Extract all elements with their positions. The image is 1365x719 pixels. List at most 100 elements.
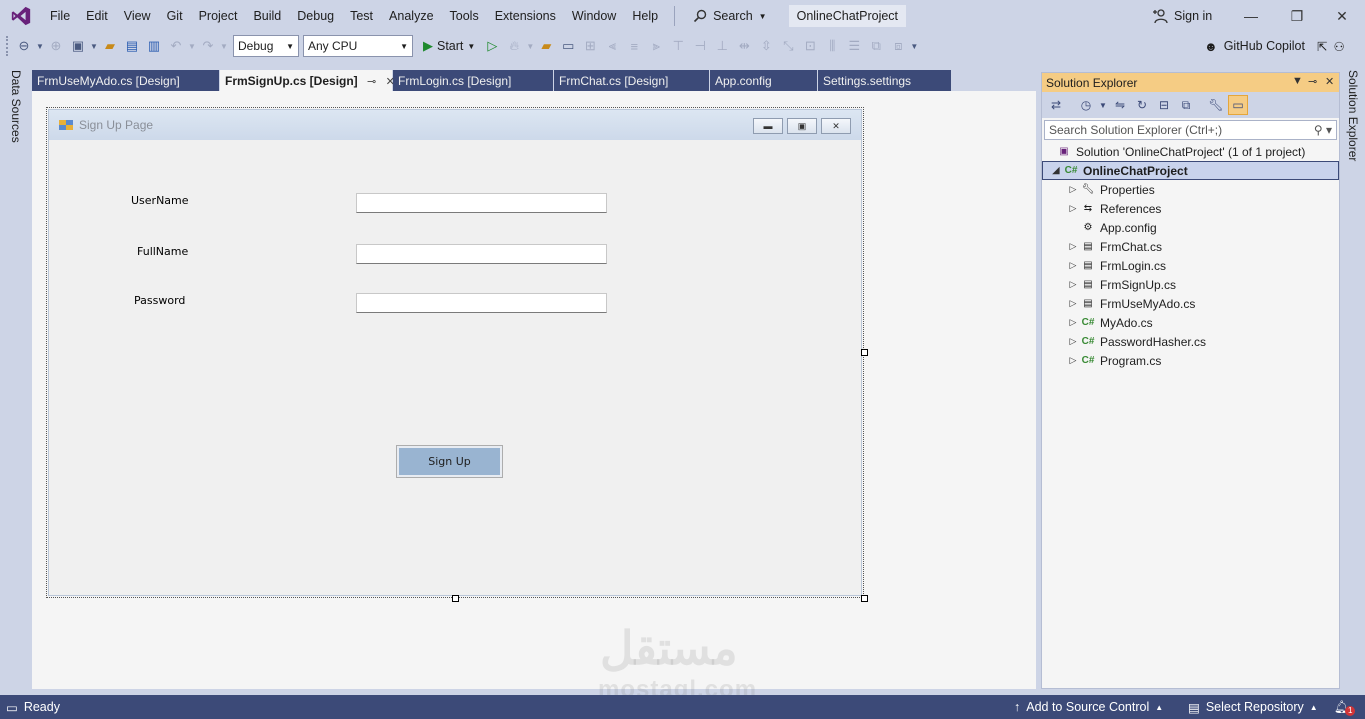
sync-with-document-icon[interactable]: ⇋: [1110, 95, 1130, 115]
data-sources-tab[interactable]: Data Sources: [9, 70, 23, 143]
solution-platform-select[interactable]: Any CPU ▼: [303, 35, 413, 57]
tab-frmlogin-design[interactable]: FrmLogin.cs [Design]: [393, 70, 554, 92]
notifications-button[interactable]: 🔔︎ 1: [1334, 695, 1356, 719]
redo-icon[interactable]: ↷: [197, 35, 219, 57]
username-field[interactable]: [356, 193, 607, 213]
tree-item-solution[interactable]: ▣ Solution 'OnlineChatProject' (1 of 1 p…: [1042, 142, 1339, 161]
pending-changes-filter-icon[interactable]: ◷: [1076, 95, 1096, 115]
navigate-forward-icon[interactable]: ⊕: [45, 35, 67, 57]
horizontal-spacing-icon[interactable]: ⫼: [821, 35, 843, 57]
tab-frmusemyado-design[interactable]: FrmUseMyAdo.cs [Design]: [32, 70, 220, 92]
minimize-window-button[interactable]: ―: [1228, 0, 1274, 32]
window-position-icon[interactable]: ▼: [1292, 75, 1303, 87]
feedback-icon[interactable]: ⚇: [1333, 39, 1344, 54]
chevron-down-icon[interactable]: ▼: [1098, 95, 1108, 115]
close-window-button[interactable]: ✕: [1319, 0, 1365, 32]
start-without-debugging-icon[interactable]: ▷: [481, 35, 503, 57]
menu-tools[interactable]: Tools: [442, 0, 487, 32]
resize-handle-bottom[interactable]: [452, 595, 459, 602]
tree-item-passwordhasher[interactable]: ▷ C# PasswordHasher.cs: [1042, 332, 1339, 351]
hot-reload-icon[interactable]: 🔥︎: [503, 35, 525, 57]
visual-studio-logo-icon[interactable]: [10, 5, 32, 27]
expand-arrow-icon[interactable]: ▷: [1066, 317, 1080, 328]
tree-item-myado[interactable]: ▷ C# MyAdo.cs: [1042, 313, 1339, 332]
align-centers-icon[interactable]: ≡: [623, 35, 645, 57]
share-icon[interactable]: ⇱: [1317, 39, 1327, 54]
solution-explorer-search-input[interactable]: Search Solution Explorer (Ctrl+;) ⚲ ▾: [1044, 120, 1337, 140]
form-minimize-button[interactable]: ▬: [753, 118, 783, 134]
switch-views-icon[interactable]: ⇄: [1046, 95, 1066, 115]
expand-arrow-icon[interactable]: ▷: [1066, 260, 1080, 271]
tree-item-program[interactable]: ▷ C# Program.cs: [1042, 351, 1339, 370]
menu-help[interactable]: Help: [624, 0, 666, 32]
navigate-back-icon[interactable]: ⊖: [13, 35, 35, 57]
collapse-arrow-icon[interactable]: ◢: [1049, 165, 1063, 176]
sign-up-button[interactable]: Sign Up: [396, 445, 503, 478]
undo-icon[interactable]: ↶: [165, 35, 187, 57]
expand-arrow-icon[interactable]: ▷: [1066, 203, 1080, 214]
make-same-size-icon[interactable]: ⤡: [777, 35, 799, 57]
output-window-icon[interactable]: ▭: [6, 700, 18, 715]
auto-hide-pin-icon[interactable]: ⊸: [1308, 75, 1317, 88]
search-button[interactable]: Search ▼: [683, 9, 777, 23]
close-icon[interactable]: ✕: [1325, 75, 1334, 88]
form-designer-surface[interactable]: Sign Up Page ▬ ▣ ✕ UserName FullName Pas…: [32, 93, 1036, 703]
expand-arrow-icon[interactable]: ▷: [1066, 241, 1080, 252]
menu-file[interactable]: File: [42, 0, 78, 32]
layout-toolbar-icon[interactable]: ▭: [557, 35, 579, 57]
chevron-down-icon[interactable]: ▼: [35, 35, 45, 57]
tree-item-references[interactable]: ▷ ⇆ References: [1042, 199, 1339, 218]
properties-wrench-icon[interactable]: 🔧︎: [1206, 95, 1226, 115]
expand-arrow-icon[interactable]: ▷: [1066, 184, 1080, 195]
resize-handle-bottom-right[interactable]: [861, 595, 868, 602]
tree-item-project[interactable]: ◢ C# OnlineChatProject: [1042, 161, 1339, 180]
send-to-back-icon[interactable]: ⧈: [887, 35, 909, 57]
menu-analyze[interactable]: Analyze: [381, 0, 441, 32]
sign-in-button[interactable]: Sign in: [1152, 0, 1212, 32]
password-field[interactable]: [356, 293, 607, 313]
tree-item-frmchat[interactable]: ▷ ▤ FrmChat.cs: [1042, 237, 1339, 256]
preview-selected-items-icon[interactable]: ▭: [1228, 95, 1248, 115]
tree-item-properties[interactable]: ▷ 🔧︎ Properties: [1042, 180, 1339, 199]
collapse-all-icon[interactable]: ⊟: [1154, 95, 1174, 115]
tab-app-config[interactable]: App.config: [710, 70, 818, 92]
menu-project[interactable]: Project: [191, 0, 246, 32]
make-same-height-icon[interactable]: ⇳: [755, 35, 777, 57]
toolbar-grip[interactable]: [6, 36, 9, 56]
align-rights-icon[interactable]: ⫸: [645, 35, 667, 57]
restore-window-button[interactable]: ❐: [1274, 0, 1320, 32]
menu-test[interactable]: Test: [342, 0, 381, 32]
vertical-spacing-icon[interactable]: ☰: [843, 35, 865, 57]
form-maximize-button[interactable]: ▣: [787, 118, 817, 134]
bring-to-front-icon[interactable]: ⧉: [865, 35, 887, 57]
add-to-source-control-button[interactable]: ↑ Add to Source Control ▲: [1014, 695, 1163, 719]
menu-extensions[interactable]: Extensions: [487, 0, 564, 32]
tree-item-frmlogin[interactable]: ▷ ▤ FrmLogin.cs: [1042, 256, 1339, 275]
new-project-icon[interactable]: ▣: [67, 35, 89, 57]
resize-handle-right[interactable]: [861, 349, 868, 356]
solution-configuration-select[interactable]: Debug ▼: [233, 35, 299, 57]
refresh-icon[interactable]: ↻: [1132, 95, 1152, 115]
chevron-down-icon[interactable]: ▼: [219, 35, 229, 57]
chevron-down-icon[interactable]: ▼: [89, 35, 99, 57]
align-bottoms-icon[interactable]: ⊥: [711, 35, 733, 57]
expand-arrow-icon[interactable]: ▷: [1066, 336, 1080, 347]
align-lefts-icon[interactable]: ⫷: [601, 35, 623, 57]
tab-frmsignup-design[interactable]: FrmSignUp.cs [Design] ⊸ ✕: [220, 70, 395, 92]
solution-folder-icon[interactable]: ▰: [535, 35, 557, 57]
chevron-down-icon[interactable]: ▼: [525, 35, 535, 57]
tree-item-app-config[interactable]: ⚙ App.config: [1042, 218, 1339, 237]
align-tops-icon[interactable]: ⊤: [667, 35, 689, 57]
tab-frmchat-design[interactable]: FrmChat.cs [Design]: [554, 70, 710, 92]
save-all-icon[interactable]: ▥: [143, 35, 165, 57]
expand-arrow-icon[interactable]: ▷: [1066, 355, 1080, 366]
save-icon[interactable]: ▤: [121, 35, 143, 57]
menu-build[interactable]: Build: [245, 0, 289, 32]
tree-item-frmsignup[interactable]: ▷ ▤ FrmSignUp.cs: [1042, 275, 1339, 294]
github-copilot-button[interactable]: ☻ GitHub Copilot ⇱ ⚇: [1204, 32, 1345, 60]
select-repository-button[interactable]: ▤ Select Repository ▲: [1188, 695, 1318, 719]
expand-arrow-icon[interactable]: ▷: [1066, 279, 1080, 290]
menu-edit[interactable]: Edit: [78, 0, 116, 32]
start-debugging-button[interactable]: ▶ Start ▼: [417, 38, 481, 54]
menu-git[interactable]: Git: [159, 0, 191, 32]
